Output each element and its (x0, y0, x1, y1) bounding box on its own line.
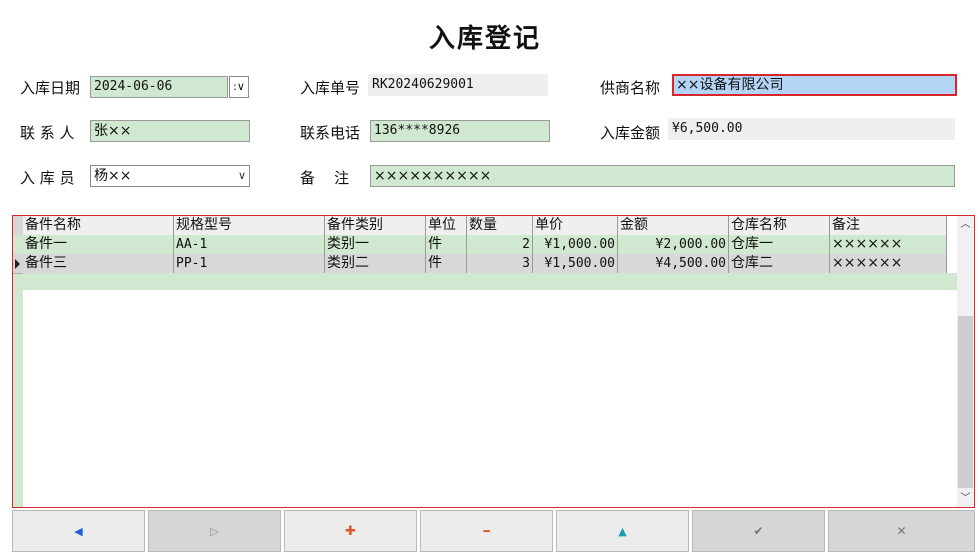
table-cell[interactable]: PP-1 (174, 254, 325, 274)
table-cell[interactable]: 类别二 (325, 254, 426, 274)
items-grid[interactable]: 备件名称 规格型号 备件类别 单位 数量 单价 金额 仓库名称 备注 备件一 A… (12, 215, 975, 508)
table-cell[interactable]: ×××××× (830, 235, 947, 255)
add-row-button[interactable]: ✚ (284, 510, 417, 552)
col-header[interactable]: 仓库名称 (729, 216, 830, 236)
table-cell[interactable]: AA-1 (174, 235, 325, 255)
clerk-select[interactable]: 杨×× ∨ (90, 165, 250, 187)
note-label: 备 注 (300, 169, 350, 187)
supplier-label: 供商名称 (600, 79, 661, 97)
supplier-field[interactable]: ××设备有限公司 (672, 74, 957, 96)
table-cell[interactable]: ¥1,000.00 (533, 235, 618, 255)
order-number-field: RK20240629001 (368, 74, 548, 96)
col-header[interactable]: 单价 (533, 216, 618, 236)
contact-label: 联 系 人 (20, 124, 75, 142)
table-cell[interactable]: ×××××× (830, 254, 947, 274)
phone-field[interactable]: 136****8926 (370, 120, 550, 142)
contact-field[interactable]: 张×× (90, 120, 250, 142)
table-cell[interactable]: ¥1,500.00 (533, 254, 618, 274)
vertical-scrollbar[interactable]: ︿ ﹀ (957, 216, 974, 507)
clerk-label: 入 库 员 (20, 169, 75, 187)
order-label: 入库单号 (300, 79, 361, 97)
triangle-up-icon: ▲ (618, 525, 627, 538)
check-icon: ✔ (753, 524, 764, 538)
col-header[interactable]: 规格型号 (174, 216, 325, 236)
arrow-left-icon: ◀ (74, 525, 83, 538)
table-cell[interactable]: 类别一 (325, 235, 426, 255)
prev-record-button[interactable]: ◀ (12, 510, 145, 552)
chevron-down-icon: ∨ (237, 169, 246, 182)
grid-left-band (13, 290, 23, 507)
delete-row-button[interactable]: ━ (420, 510, 553, 552)
save-button[interactable]: ✔ (692, 510, 825, 552)
phone-label: 联系电话 (300, 124, 361, 142)
minus-icon: ━ (483, 525, 490, 538)
cancel-button[interactable]: ✕ (828, 510, 975, 552)
table-cell[interactable]: ¥2,000.00 (618, 235, 729, 255)
scroll-down-icon[interactable]: ﹀ (957, 490, 974, 507)
plus-icon: ✚ (345, 524, 356, 539)
row-header-current[interactable] (13, 254, 23, 274)
table-cell[interactable]: 2 (467, 235, 533, 255)
row-header[interactable] (13, 235, 23, 255)
scrollbar-thumb[interactable] (958, 316, 973, 488)
current-row-pointer-icon (15, 259, 20, 269)
arrow-right-icon: ▷ (210, 525, 219, 538)
next-record-button[interactable]: ▷ (148, 510, 281, 552)
date-label: 入库日期 (20, 79, 81, 97)
date-field[interactable]: 2024-06-06 (90, 76, 228, 98)
close-icon: ✕ (896, 524, 907, 538)
table-cell[interactable]: 仓库二 (729, 254, 830, 274)
amount-field: ¥6,500.00 (668, 118, 955, 140)
table-cell[interactable]: 备件一 (23, 235, 174, 255)
toolbar: ◀ ▷ ✚ ━ ▲ ✔ ✕ (12, 510, 975, 552)
date-picker-button[interactable]: :∨ (229, 76, 249, 98)
table-cell[interactable]: 件 (426, 254, 467, 274)
table-cell[interactable]: 备件三 (23, 254, 174, 274)
table-cell[interactable]: 3 (467, 254, 533, 274)
col-header[interactable]: 金额 (618, 216, 729, 236)
new-row[interactable] (23, 273, 957, 290)
amount-label: 入库金额 (600, 124, 661, 142)
col-header[interactable]: 备注 (830, 216, 947, 236)
col-header[interactable]: 备件类别 (325, 216, 426, 236)
page-title: 入库登记 (428, 24, 541, 54)
corner-cell (13, 216, 23, 236)
col-header[interactable]: 备件名称 (23, 216, 174, 236)
scroll-up-icon[interactable]: ︿ (957, 216, 974, 233)
clerk-select-value: 杨×× (94, 168, 132, 184)
table-cell[interactable]: ¥4,500.00 (618, 254, 729, 274)
table-cell[interactable]: 件 (426, 235, 467, 255)
move-up-button[interactable]: ▲ (556, 510, 689, 552)
col-header[interactable]: 数量 (467, 216, 533, 236)
note-field[interactable]: ×××××××××× (370, 165, 955, 187)
col-header[interactable]: 单位 (426, 216, 467, 236)
table-cell[interactable]: 仓库一 (729, 235, 830, 255)
